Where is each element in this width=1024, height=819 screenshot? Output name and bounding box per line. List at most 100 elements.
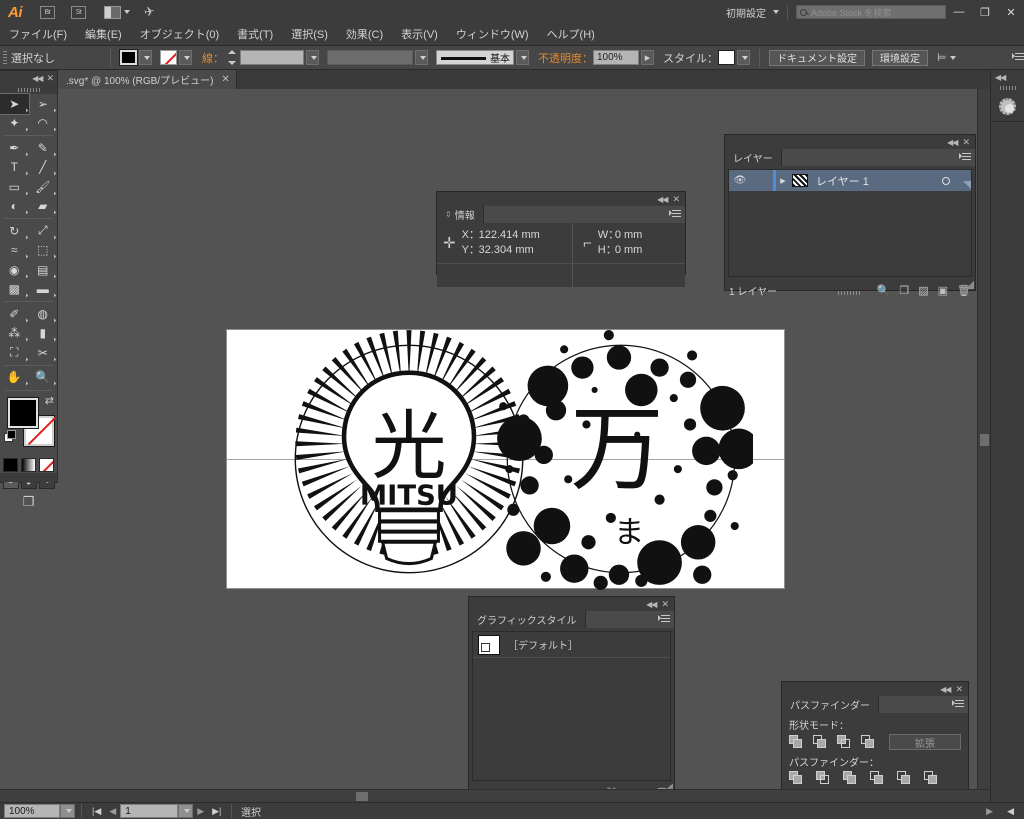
gs-panel-titlebar[interactable]: ◀◀ ✕ bbox=[469, 597, 674, 611]
properties-icon[interactable] bbox=[991, 92, 1024, 122]
menu-window[interactable]: ウィンドウ(W) bbox=[447, 24, 538, 46]
column-graph-tool[interactable]: ▮ bbox=[29, 324, 58, 344]
menu-file[interactable]: ファイル(F) bbox=[0, 24, 76, 46]
align-icon[interactable]: ⊨ bbox=[937, 51, 947, 64]
menu-view[interactable]: 表示(V) bbox=[392, 24, 447, 46]
arrange-chevron-down-icon[interactable] bbox=[124, 10, 130, 14]
rdock-expand-icon[interactable]: ◀◀ bbox=[991, 70, 1024, 84]
close-button[interactable]: ✕ bbox=[998, 0, 1024, 24]
menu-type[interactable]: 書式(T) bbox=[228, 24, 282, 46]
artboard-number-input[interactable]: 1 bbox=[120, 804, 179, 818]
line-segment-tool[interactable]: ╱ bbox=[29, 158, 58, 178]
document-tab-close-icon[interactable]: ✕ bbox=[221, 74, 229, 85]
magic-wand-tool[interactable]: ✦ bbox=[0, 114, 29, 134]
pf-panel-menu-icon[interactable] bbox=[952, 700, 964, 710]
control-bar-menu-icon[interactable] bbox=[1012, 52, 1024, 63]
pf-panel-titlebar[interactable]: ◀◀ ✕ bbox=[782, 682, 968, 696]
variable-width-profile[interactable] bbox=[327, 50, 413, 65]
horizontal-scroll-thumb[interactable] bbox=[356, 792, 368, 801]
status-next-icon[interactable]: ▶ bbox=[982, 806, 997, 817]
make-mask-icon[interactable]: ▨ bbox=[918, 284, 928, 297]
vertical-scroll-thumb[interactable] bbox=[980, 434, 989, 446]
layers-panel-bottom-grip[interactable] bbox=[838, 291, 862, 295]
exclude-icon[interactable] bbox=[861, 734, 876, 750]
document-setup-button[interactable]: ドキュメント設定 bbox=[769, 49, 865, 66]
layers-panel-menu-icon[interactable] bbox=[959, 153, 971, 163]
tab-layers[interactable]: レイヤー bbox=[725, 149, 782, 166]
direct-selection-tool[interactable]: ➢ bbox=[29, 94, 58, 115]
right-logo-artwork[interactable]: 万 ま bbox=[489, 327, 753, 591]
gs-close-icon[interactable]: ✕ bbox=[661, 599, 669, 610]
minimize-button[interactable]: — bbox=[946, 0, 972, 24]
shape-builder-tool[interactable]: ◉ bbox=[0, 260, 29, 281]
minus-back-icon[interactable] bbox=[924, 771, 939, 786]
zoom-level-input[interactable]: 100% bbox=[4, 804, 60, 818]
stroke-weight-dropdown[interactable] bbox=[306, 50, 319, 65]
hand-tool[interactable]: ✋ bbox=[0, 368, 29, 388]
menu-object[interactable]: オブジェクト(0) bbox=[131, 24, 228, 46]
merge-icon[interactable] bbox=[843, 771, 858, 786]
pf-close-icon[interactable]: ✕ bbox=[955, 684, 963, 695]
crop-icon[interactable] bbox=[870, 771, 885, 786]
layers-panel-titlebar[interactable]: ◀◀ ✕ bbox=[725, 135, 975, 149]
horizontal-scrollbar[interactable] bbox=[0, 789, 990, 802]
layers-collapse-icon[interactable]: ◀◀ bbox=[947, 138, 958, 147]
stroke-swatch[interactable] bbox=[160, 50, 177, 65]
gs-collapse-icon[interactable]: ◀◀ bbox=[646, 600, 657, 609]
artboard-tool[interactable]: ⛶ bbox=[0, 343, 29, 364]
outline-icon[interactable] bbox=[897, 771, 912, 786]
perspective-grid-tool[interactable]: ▤ bbox=[29, 260, 58, 281]
zoom-dropdown[interactable] bbox=[60, 804, 75, 818]
type-tool[interactable]: T bbox=[0, 158, 29, 178]
stroke-dropdown[interactable] bbox=[179, 50, 192, 65]
mesh-tool[interactable]: ▩ bbox=[0, 280, 29, 300]
brush-definition-preview[interactable]: 基本 bbox=[436, 50, 514, 65]
locate-object-icon[interactable]: 🔍 bbox=[877, 284, 891, 297]
gradient-tool[interactable]: ▬ bbox=[29, 280, 58, 300]
new-layer-icon[interactable]: ▣ bbox=[938, 284, 948, 297]
minus-front-icon[interactable] bbox=[813, 734, 828, 750]
info-close-icon[interactable]: ✕ bbox=[672, 194, 680, 205]
shaper-tool[interactable]: ◐ bbox=[0, 197, 29, 217]
tab-graphic-styles[interactable]: グラフィックスタイル bbox=[469, 611, 586, 628]
info-panel[interactable]: ◀◀ ✕ ⇕ 情報 ✛ X： 122.414 mm Y： 32.304 mm ⌐… bbox=[436, 191, 686, 287]
blend-tool[interactable]: ◍ bbox=[29, 304, 58, 325]
color-mode-button[interactable] bbox=[3, 458, 18, 472]
menu-edit[interactable]: 編集(E) bbox=[76, 24, 131, 46]
tools-panel-grip[interactable] bbox=[0, 85, 57, 94]
layer-name[interactable]: レイヤー 1 bbox=[808, 173, 933, 189]
none-mode-button[interactable] bbox=[39, 458, 54, 472]
stroke-weight-stepper[interactable] bbox=[228, 50, 238, 65]
fill-color-swatch[interactable] bbox=[7, 397, 39, 429]
width-tool[interactable]: ≈ bbox=[0, 241, 29, 261]
unite-icon[interactable] bbox=[789, 734, 804, 750]
tab-pathfinder[interactable]: パスファインダー bbox=[782, 696, 879, 713]
layer-disclosure-triangle-icon[interactable]: ▶ bbox=[776, 177, 790, 185]
brush-dropdown[interactable] bbox=[516, 50, 529, 65]
profile-dropdown[interactable] bbox=[415, 50, 428, 65]
menu-select[interactable]: 選択(S) bbox=[282, 24, 337, 46]
graphic-style-swatch[interactable] bbox=[718, 50, 735, 65]
workspace-switcher[interactable]: 初期設定 bbox=[726, 5, 770, 20]
gs-panel-menu-icon[interactable] bbox=[658, 615, 670, 625]
stroke-weight-input[interactable] bbox=[240, 50, 304, 65]
preferences-button[interactable]: 環境設定 bbox=[872, 49, 928, 66]
document-tab[interactable]: .svg* @ 100% (RGB/プレビュー) ✕ bbox=[58, 70, 237, 89]
scale-tool[interactable]: ⤢ bbox=[29, 221, 58, 242]
pf-collapse-icon[interactable]: ◀◀ bbox=[940, 685, 951, 694]
list-item[interactable]: ［デフォルト］ bbox=[473, 632, 670, 658]
rotate-tool[interactable]: ↻ bbox=[0, 221, 29, 242]
layers-panel[interactable]: ◀◀ ✕ レイヤー 👁 ▶ レイヤー 1 1 レイヤー 🔍 ❐ ▨ ▣ 🗑 bbox=[724, 134, 976, 298]
info-collapse-icon[interactable]: ◀◀ bbox=[657, 195, 668, 204]
default-fill-stroke-icon[interactable] bbox=[4, 430, 16, 442]
bridge-button[interactable]: Br bbox=[40, 5, 55, 19]
last-artboard-button[interactable]: ▶| bbox=[208, 806, 225, 817]
opacity-input[interactable]: 100% bbox=[593, 50, 639, 65]
swap-fill-stroke-icon[interactable]: ⇄ bbox=[45, 394, 54, 407]
style-dropdown[interactable] bbox=[737, 50, 750, 65]
pathfinder-panel[interactable]: ◀◀ ✕ パスファインダー 形状モード： 拡張 パスファインダー： bbox=[781, 681, 969, 799]
prev-artboard-button[interactable]: ◀ bbox=[105, 806, 120, 817]
workspace-chevron-down-icon[interactable] bbox=[773, 10, 779, 14]
layer-visibility-icon[interactable]: 👁 bbox=[729, 175, 751, 186]
fill-swatch[interactable] bbox=[119, 49, 138, 66]
